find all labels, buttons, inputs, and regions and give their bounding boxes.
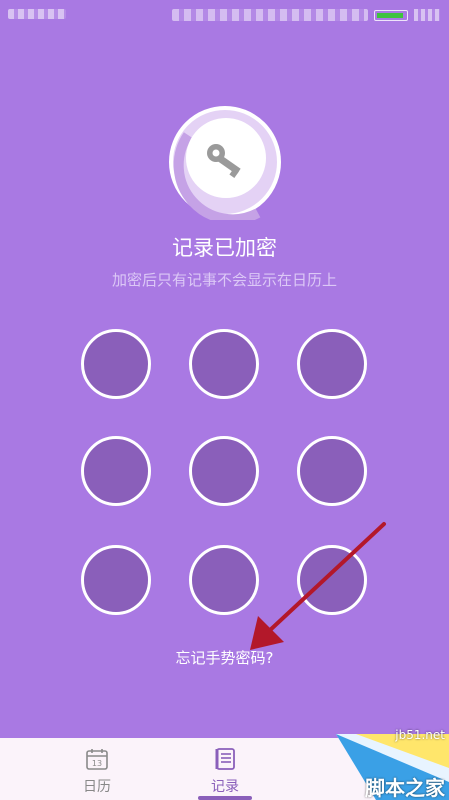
signal-icon [414,9,440,21]
pattern-dot-7[interactable] [81,545,151,615]
status-time-blurred [8,9,66,19]
nav-label-calendar: 日历 [83,779,111,795]
key-lock-icon [169,106,281,220]
page-subtitle: 加密后只有记事不会显示在日历上 [111,271,337,289]
pattern-dot-3[interactable] [297,329,367,399]
pattern-dot-4[interactable] [81,436,151,506]
watermark: jb51.net 脚本之家 [336,728,449,800]
pattern-dot-6[interactable] [297,436,367,506]
watermark-site: jb51.net [395,728,445,742]
nav-label-notes: 记录 [211,779,239,795]
pattern-dot-5[interactable] [189,436,259,506]
nav-item-notes[interactable]: 记录 [180,738,270,800]
forgot-pattern-link[interactable]: 忘记手势密码? [0,647,449,668]
pattern-dot-9[interactable] [297,545,367,615]
page-title: 记录已加密 [172,236,277,260]
status-icons-blurred [172,9,368,21]
notes-icon [215,748,235,770]
calendar-day: 13 [92,759,102,768]
battery-icon [374,10,408,21]
status-bar [0,0,449,30]
watermark-brand: 脚本之家 [365,776,445,800]
nav-item-calendar[interactable]: 13 日历 [52,738,142,800]
pattern-dot-1[interactable] [81,329,151,399]
pattern-dot-2[interactable] [189,329,259,399]
active-tab-indicator [198,796,252,800]
calendar-icon: 13 [86,749,108,770]
pattern-dot-8[interactable] [189,545,259,615]
